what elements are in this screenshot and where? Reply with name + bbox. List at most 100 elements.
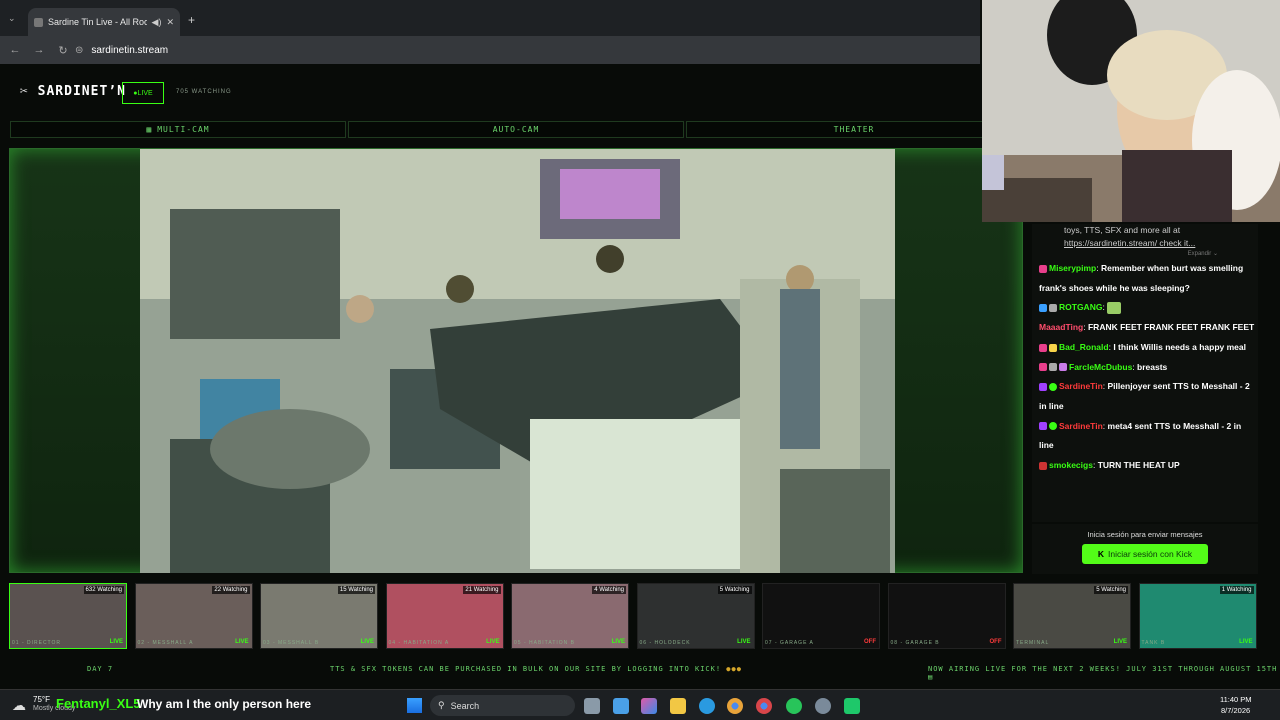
file-explorer-icon[interactable] [670, 698, 686, 714]
multi-cam-label: MULTI-CAM [157, 125, 210, 134]
speaker-icon[interactable]: ◀) [152, 17, 162, 28]
expand-label: Expandir [1187, 251, 1212, 257]
thumbnail-watching: 5 Watching [1094, 586, 1128, 594]
verified-badge-icon [1049, 382, 1057, 391]
weather-temp: 75°F [33, 695, 50, 704]
weather-icon[interactable]: ☁ [12, 697, 26, 714]
sub-badge-icon [1039, 304, 1047, 313]
back-icon[interactable]: ← [3, 44, 27, 56]
thumbnail-status: OFF [864, 639, 876, 645]
chat-username[interactable]: FarcleMcDubus [1069, 362, 1132, 372]
chat-text: breasts [1137, 361, 1168, 372]
camera-thumbnail[interactable]: 5 Watching 06 - HOLODECK LIVE [636, 583, 755, 649]
kitchen-scene-image [140, 149, 895, 573]
chat-username[interactable]: MaaadTing [1039, 322, 1083, 332]
chat-message: MaaadTing: FRANK FEET FRANK FEET FRANK F… [1039, 322, 1255, 333]
thumbnail-watching: 5 Watching [717, 586, 752, 594]
ticker-announcement: NOW AIRING LIVE FOR THE NEXT 2 WEEKS! JU… [928, 665, 1278, 673]
thumbnail-name: TERMINAL [1016, 640, 1050, 646]
auto-cam-button[interactable]: AUTO-CAM [348, 121, 684, 138]
app-icon[interactable] [844, 698, 860, 714]
chat-username[interactable]: ROTGANG [1059, 302, 1102, 312]
camera-thumbnail[interactable]: 22 Watching 02 - MESSHALL A LIVE [134, 583, 253, 649]
live-badge: ●LIVE [122, 82, 164, 104]
mic-badge-icon [1039, 382, 1047, 391]
close-tab-icon[interactable]: ✕ [166, 17, 174, 28]
forward-icon[interactable]: → [27, 44, 51, 56]
camera-thumbnail[interactable]: 1 Watching TANK B LIVE [1138, 583, 1257, 649]
thumbnail-name: 01 - DIRECTOR [12, 640, 62, 646]
chrome-active-icon[interactable] [756, 698, 772, 714]
chat-message: smokecigs: TURN THE HEAT UP [1032, 456, 1258, 476]
mic-badge-icon [1039, 422, 1047, 431]
widgets-icon[interactable] [613, 698, 629, 714]
logo-text: SARDINET’N [37, 84, 126, 99]
copilot-icon[interactable] [641, 698, 657, 714]
login-prompt: Inicia sesión para enviar mensajes [1087, 530, 1203, 539]
new-tab-button[interactable]: + [188, 13, 195, 27]
overlay-message: Why am I the only person here [137, 697, 312, 711]
url-field[interactable]: sardinetin.stream [91, 45, 168, 56]
watching-count: 705 WATCHING [176, 89, 232, 95]
chat-username[interactable]: Miserypimp [1049, 263, 1096, 273]
browser-tab[interactable]: Sardine Tin Live - All Rooms ◀) ✕ [28, 8, 180, 36]
thumbnail-name: 04 - HABITATION A [388, 640, 450, 646]
chat-panel[interactable]: toys, TTS, SFX and more all at https://s… [1032, 224, 1258, 522]
coins-icon: ●●● [726, 665, 742, 673]
kick-login-label: Iniciar sesión con Kick [1108, 549, 1193, 559]
thumbnail-watching: 21 Watching [463, 586, 501, 594]
site-info-icon[interactable]: ⊜ [75, 45, 83, 56]
chat-username[interactable]: Bad_Ronald [1059, 342, 1109, 352]
camera-thumbnail[interactable]: 632 Watching 01 - DIRECTOR LIVE [9, 583, 127, 649]
camera-thumbnail[interactable]: 21 Watching 04 - HABITATION A LIVE [385, 583, 504, 649]
sub-badge-icon [1039, 363, 1047, 372]
pinned-link[interactable]: https://sardinetin.stream/ check it... [1032, 237, 1258, 250]
site-logo[interactable]: ✂ SARDINET’N [20, 84, 126, 99]
edge-icon[interactable] [699, 698, 715, 714]
thumbnail-name: 05 - HABITATION B [514, 640, 575, 646]
chat-username[interactable]: SardineTin [1059, 381, 1103, 391]
ticker-bar: DAY 7 TTS & SFX TOKENS CAN BE PURCHASED … [0, 663, 1280, 681]
taskbar-search[interactable]: ⚲ Search [430, 695, 575, 716]
task-view-icon[interactable] [584, 698, 600, 714]
theater-label: THEATER [833, 125, 875, 134]
grid-icon: ▦ [146, 125, 153, 134]
thumbnail-name: TANK B [1141, 640, 1166, 646]
thumbnail-name: 03 - MESSHALL B [263, 640, 320, 646]
settings-gear-icon[interactable] [815, 698, 831, 714]
camera-thumbnail[interactable]: 15 Watching 03 - MESSHALL B LIVE [260, 583, 378, 649]
thumbnail-status: LIVE [109, 639, 123, 645]
expand-link[interactable]: Expandir ⌄ [1032, 250, 1258, 257]
start-icon[interactable] [407, 698, 422, 713]
camera-thumbnail[interactable]: 5 Watching TERMINAL LIVE [1013, 583, 1131, 649]
webcam-overlay [982, 0, 1280, 222]
whatsapp-icon[interactable] [786, 698, 802, 714]
chat-username[interactable]: SardineTin [1059, 421, 1103, 431]
chrome-icon[interactable] [727, 698, 743, 714]
thumbnail-name: 02 - MESSHALL A [137, 640, 194, 646]
camera-thumbnail[interactable]: 4 Watching 05 - HABITATION B LIVE [511, 583, 629, 649]
camera-thumbnail[interactable]: 08 - GARAGE B OFF [887, 583, 1006, 649]
multi-cam-button[interactable]: ▦ MULTI-CAM [10, 121, 346, 138]
chat-message: SardineTin: Pillenjoyer sent TTS to Mess… [1039, 381, 1250, 411]
chat-username[interactable]: smokecigs [1049, 460, 1093, 470]
ticker-message: TTS & SFX TOKENS CAN BE PURCHASED IN BUL… [330, 665, 722, 673]
thumbnail-status: LIVE [611, 639, 625, 645]
chat-message: ROTGANG: [1032, 298, 1258, 318]
reload-icon[interactable]: ↻ [51, 44, 75, 57]
thumbnail-status: LIVE [1113, 639, 1127, 645]
chat-message: SardineTin: meta4 sent TTS to Messhall -… [1039, 420, 1242, 451]
verified-badge-icon [1049, 422, 1057, 431]
camera-feed[interactable] [140, 149, 895, 573]
sardine-logo-icon: ✂ [20, 84, 29, 99]
chat-message: Miserypimp: Remember when burt was smell… [1039, 263, 1244, 293]
crown-badge-icon [1049, 343, 1057, 352]
windows-taskbar: ☁ 75°F Mostly cloudy Fentanyl_XL5 Why am… [0, 689, 1280, 720]
camera-thumbnail[interactable]: 07 - GARAGE A OFF [762, 583, 880, 649]
theater-button[interactable]: THEATER [686, 121, 1022, 138]
sub-badge-icon [1039, 264, 1047, 273]
tab-menu-icon[interactable]: ⌄ [8, 13, 16, 24]
kick-login-button[interactable]: K Iniciar sesión con Kick [1082, 544, 1208, 564]
video-player[interactable] [9, 148, 1023, 573]
chat-message: FarcleMcDubus: breasts [1032, 358, 1258, 378]
